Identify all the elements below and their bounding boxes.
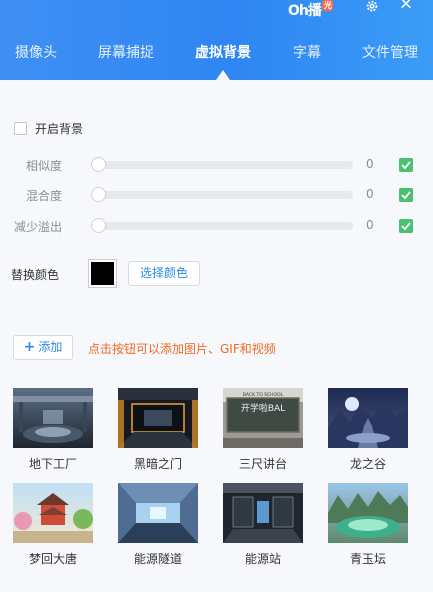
background-item[interactable]: BACK TO SCHOOL 开学啦BAL 三尺讲台 <box>223 388 303 472</box>
tab-virtual-background[interactable]: 虚拟背景 <box>193 40 253 70</box>
background-item[interactable]: 黑暗之门 <box>118 388 198 472</box>
tab-screen-capture[interactable]: 屏幕捕捉 <box>96 40 156 70</box>
similarity-slider[interactable] <box>91 161 353 169</box>
plus-icon: + <box>23 339 36 355</box>
background-name: 黑暗之门 <box>133 457 182 471</box>
app-logo: Oh播光 <box>288 0 333 19</box>
tab-file-management[interactable]: 文件管理 <box>360 40 420 70</box>
blend-value: 0 <box>366 187 374 201</box>
spill-reduction-enabled-checkbox[interactable] <box>399 219 413 233</box>
background-item[interactable]: 能源隧道 <box>118 483 198 567</box>
logo-text: Oh播 <box>288 3 322 19</box>
similarity-label: 相似度 <box>26 159 63 173</box>
replace-color-label: 替换颜色 <box>11 268 60 282</box>
similarity-value: 0 <box>366 157 374 171</box>
add-button[interactable]: + 添加 <box>13 335 73 360</box>
spill-reduction-label: 减少溢出 <box>14 220 63 234</box>
chalkboard-sign-text: BACK TO SCHOOL <box>243 392 284 398</box>
replace-color-preview <box>91 262 114 285</box>
blend-slider-handle[interactable] <box>91 187 106 202</box>
chalkboard-text: 开学啦BAL <box>241 402 285 414</box>
background-name: 青玉坛 <box>349 552 386 566</box>
tab-subtitles[interactable]: 字幕 <box>290 40 324 70</box>
add-hint-text: 点击按钮可以添加图片、GIF和视频 <box>88 342 276 356</box>
background-thumbnail <box>118 388 198 448</box>
blend-label: 混合度 <box>26 189 63 203</box>
blend-slider[interactable] <box>91 191 353 199</box>
similarity-enabled-checkbox[interactable] <box>399 158 413 172</box>
background-thumbnail <box>328 483 408 543</box>
spill-reduction-slider-handle[interactable] <box>91 218 106 233</box>
tab-bar: 摄像头 屏幕捕捉 虚拟背景 字幕 文件管理 <box>0 40 433 70</box>
logo-badge: 光 <box>321 0 333 11</box>
background-name: 能源隧道 <box>133 552 182 566</box>
spill-reduction-slider[interactable] <box>91 222 353 230</box>
background-thumbnail <box>223 483 303 543</box>
tab-camera[interactable]: 摄像头 <box>13 40 59 70</box>
background-thumbnail <box>328 388 408 448</box>
background-name: 龙之谷 <box>349 457 386 471</box>
background-item[interactable]: 青玉坛 <box>328 483 408 567</box>
background-name: 能源站 <box>244 552 281 566</box>
add-button-label: 添加 <box>38 340 63 354</box>
background-thumbnail: BACK TO SCHOOL 开学啦BAL <box>223 388 303 448</box>
header-bar: Oh播光 摄像头 屏幕捕捉 虚拟背景 字幕 文件管理 <box>0 0 433 80</box>
active-tab-indicator <box>216 70 230 80</box>
close-icon[interactable] <box>398 0 414 13</box>
background-name: 梦回大唐 <box>28 552 77 566</box>
enable-background-label: 开启背景 <box>35 122 84 136</box>
background-item[interactable]: 能源站 <box>223 483 303 567</box>
background-thumbnail <box>13 483 93 543</box>
background-thumbnail <box>13 388 93 448</box>
background-name: 三尺讲台 <box>238 457 287 471</box>
background-name: 地下工厂 <box>28 457 77 471</box>
similarity-slider-handle[interactable] <box>91 157 106 172</box>
background-item[interactable]: 地下工厂 <box>13 388 93 472</box>
spill-reduction-value: 0 <box>366 218 374 232</box>
replace-color-swatch[interactable] <box>88 259 117 288</box>
blend-enabled-checkbox[interactable] <box>399 188 413 202</box>
background-item[interactable]: 梦回大唐 <box>13 483 93 567</box>
choose-color-button[interactable]: 选择颜色 <box>128 261 200 286</box>
enable-background-checkbox[interactable] <box>14 122 27 135</box>
background-thumbnail <box>118 483 198 543</box>
background-item[interactable]: 龙之谷 <box>328 388 408 472</box>
gear-icon[interactable] <box>364 0 380 14</box>
